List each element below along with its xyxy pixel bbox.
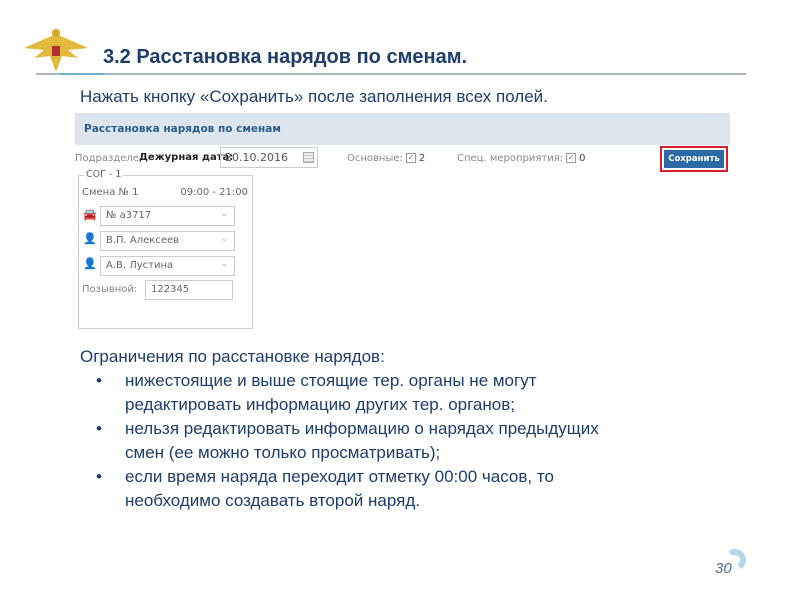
chevron-down-icon: ⌄	[220, 259, 228, 269]
list-item: если время наряда переходит отметку 00:0…	[96, 465, 630, 513]
special-checkbox[interactable]: ✓	[566, 153, 577, 163]
main-checkbox[interactable]: ✓	[405, 153, 416, 163]
callsign-label: Позывной:	[82, 284, 138, 295]
shift-time: 09:00 - 21:00	[180, 187, 248, 198]
chevron-down-icon: ⌄	[220, 209, 228, 219]
group-legend: СОГ - 1	[84, 169, 124, 180]
callsign-input[interactable]: 122345	[145, 280, 233, 300]
duty-date-value: 20.10.2016	[225, 151, 288, 164]
shift-label: Смена № 1	[82, 187, 139, 198]
officer2-select[interactable]: А.В. Лустина ⌄	[100, 256, 235, 276]
special-count: Спец. мероприятия: ✓ 0	[457, 153, 585, 164]
title-divider	[36, 73, 746, 75]
panel-header: Расстановка нарядов по сменам	[75, 113, 730, 145]
person-icon: 👤	[83, 257, 97, 270]
vehicle-select[interactable]: № а3717 ⌄	[100, 206, 235, 226]
main-label: Основные:	[347, 153, 403, 164]
car-icon: 🚘	[83, 208, 97, 221]
save-button[interactable]: Сохранить	[664, 150, 724, 168]
special-label: Спец. мероприятия:	[457, 153, 564, 164]
main-count-value: 2	[418, 153, 426, 164]
officer2-value: А.В. Лустина	[106, 260, 174, 271]
officer1-select[interactable]: В.П. Алексеев ⌄	[100, 231, 235, 251]
special-count-value: 0	[579, 153, 586, 164]
vehicle-value: № а3717	[106, 210, 152, 221]
instruction-text: Нажать кнопку «Сохранить» после заполнен…	[80, 87, 548, 106]
page-number: 30	[715, 560, 732, 577]
save-button-highlight: Сохранить	[660, 146, 728, 172]
app-screenshot: Расстановка нарядов по сменам Подразделе…	[75, 113, 730, 333]
slide-title: 3.2 Расстановка нарядов по сменам.	[103, 46, 468, 68]
list-item: нельзя редактировать информацию о наряда…	[96, 417, 630, 465]
restrictions-section: Ограничения по расстановке нарядов: ниже…	[80, 345, 630, 513]
list-item: нижестоящие и выше стоящие тер. органы н…	[96, 369, 630, 417]
chevron-down-icon: ⌄	[220, 234, 228, 244]
restrictions-heading: Ограничения по расстановке нарядов:	[80, 347, 385, 366]
duty-date-input[interactable]: 20.10.2016	[220, 147, 318, 168]
calendar-icon[interactable]	[303, 152, 314, 163]
officer1-value: В.П. Алексеев	[106, 235, 180, 246]
title-divider-accent	[60, 73, 105, 75]
callsign-value: 122345	[151, 284, 190, 295]
eagle-emblem-icon	[24, 29, 88, 72]
group-fieldset: СОГ - 1 Смена № 1 09:00 - 21:00 🚘 № а371…	[78, 169, 253, 329]
person-icon: 👤	[83, 232, 97, 245]
main-count: Основные: ✓ 2	[347, 153, 425, 164]
